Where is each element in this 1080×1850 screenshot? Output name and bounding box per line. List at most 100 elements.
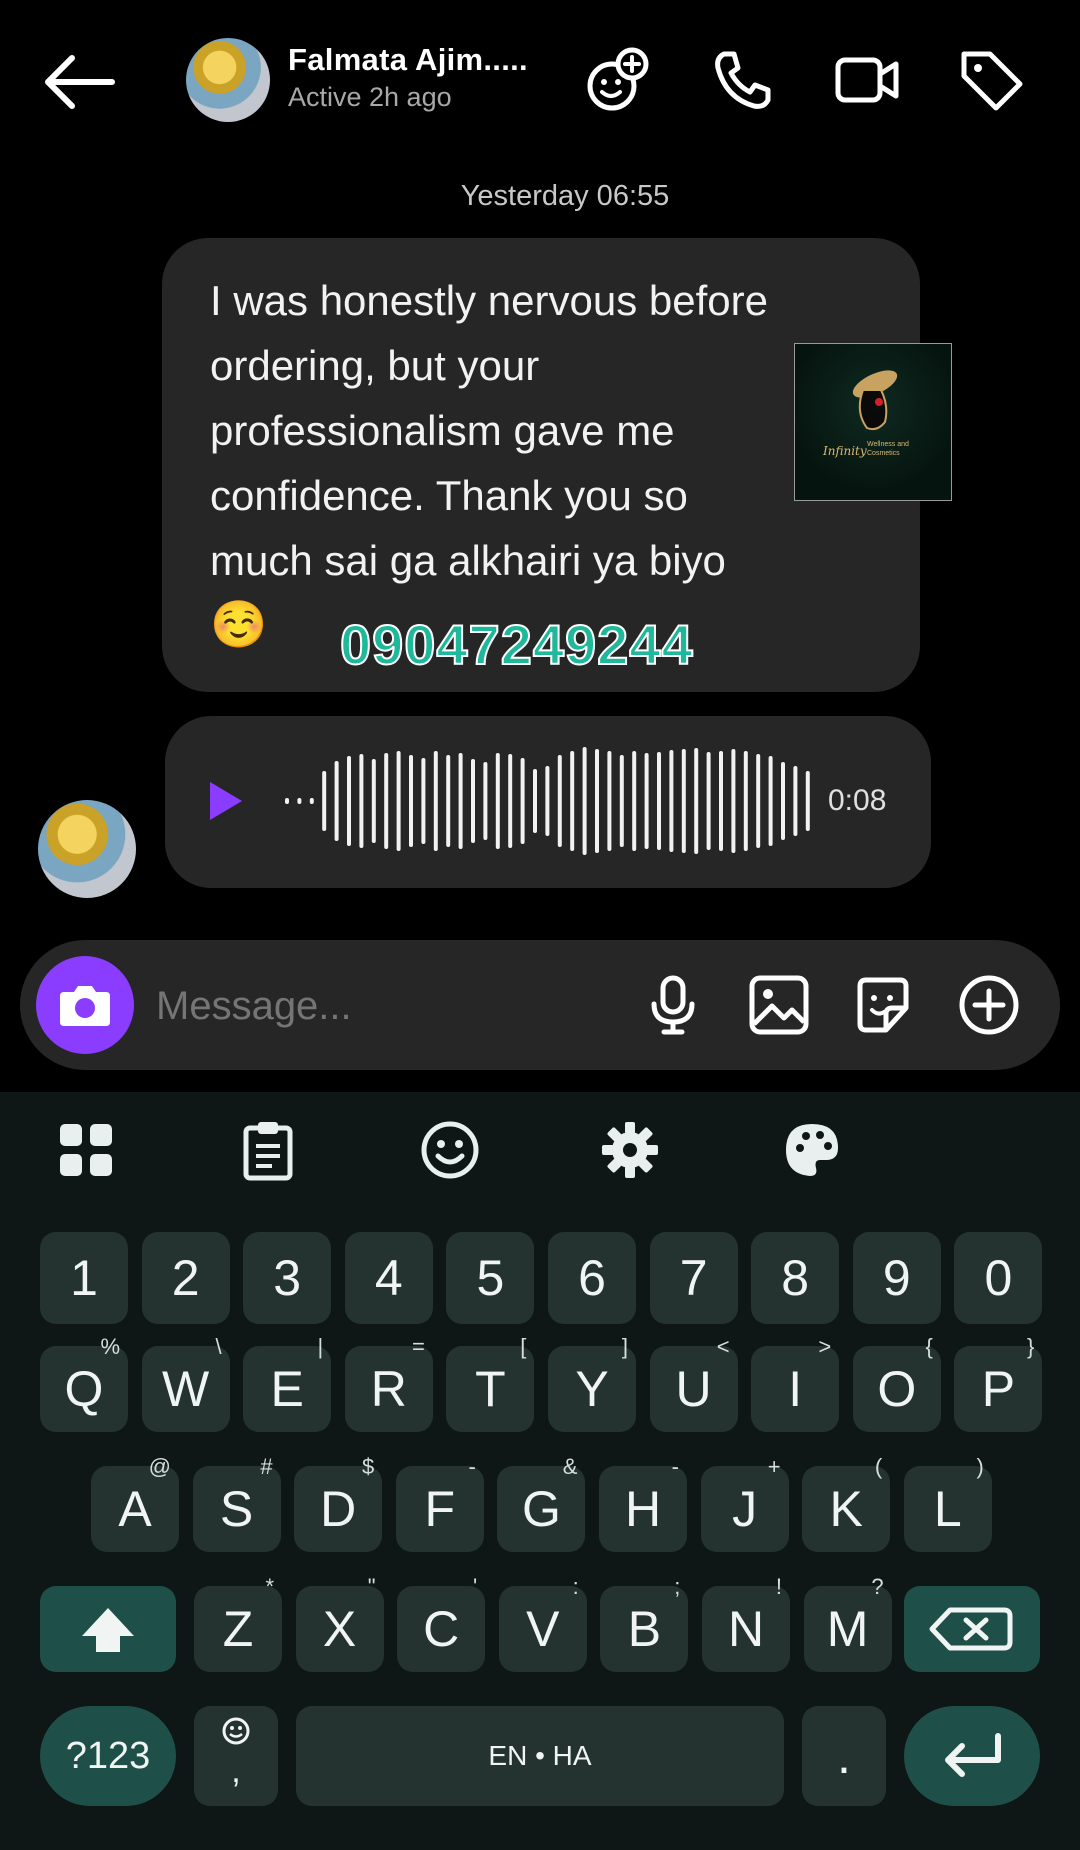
key-label: T — [475, 1361, 506, 1417]
waveform-bar — [706, 752, 711, 850]
key-label: 9 — [882, 1250, 911, 1306]
key-1[interactable]: 1 — [40, 1232, 128, 1324]
phone-icon[interactable] — [706, 44, 778, 116]
key-e[interactable]: E | — [243, 1334, 332, 1432]
key-s[interactable]: S # — [192, 1454, 281, 1552]
gallery-icon[interactable] — [746, 972, 812, 1038]
sticker-icon[interactable] — [850, 972, 916, 1038]
key-alt-symbol: : — [572, 1574, 579, 1599]
key-8[interactable]: 8 — [751, 1232, 840, 1324]
key-y[interactable]: Y] — [548, 1334, 636, 1432]
plus-icon[interactable] — [956, 972, 1022, 1038]
key-label: X — [322, 1601, 357, 1657]
enter-key[interactable] — [904, 1706, 1040, 1806]
key-label: Q — [64, 1361, 104, 1417]
key-o[interactable]: O{ — [852, 1334, 941, 1432]
logo-subtitle: Wellness and Cosmetics — [867, 440, 909, 458]
key-c[interactable]: C ' — [397, 1574, 486, 1672]
key-label: P — [981, 1361, 1016, 1417]
camera-button[interactable] — [36, 956, 134, 1054]
message-input[interactable] — [156, 984, 616, 1029]
key-label: . — [837, 1728, 851, 1784]
key-4[interactable]: 4 — [344, 1232, 433, 1324]
emoji-icon[interactable] — [418, 1118, 482, 1182]
key-h[interactable]: H- — [599, 1454, 687, 1552]
key-6[interactable]: 6 — [548, 1232, 636, 1324]
key-5[interactable]: 5 — [446, 1232, 535, 1324]
add-effect-icon[interactable] — [582, 44, 654, 116]
key-alt-symbol: $ — [361, 1454, 375, 1479]
message-line: much sai ga alkhairi ya biyo — [210, 537, 726, 584]
key-m[interactable]: M? — [803, 1574, 892, 1672]
key-n[interactable]: N! — [702, 1574, 790, 1672]
key-b[interactable]: B; — [600, 1574, 689, 1672]
key-t[interactable]: T[ — [446, 1334, 535, 1432]
settings-icon[interactable] — [598, 1118, 662, 1182]
contact-avatar[interactable] — [186, 38, 270, 122]
clipboard-icon[interactable] — [236, 1118, 300, 1182]
waveform-bar — [570, 751, 575, 851]
key-v[interactable]: V: — [498, 1574, 587, 1672]
key-a[interactable]: A @ — [91, 1454, 179, 1552]
key-label: G — [521, 1481, 561, 1537]
waveform-bar — [433, 751, 438, 851]
back-arrow-icon[interactable] — [40, 52, 120, 112]
play-icon[interactable] — [210, 782, 242, 820]
key-0[interactable]: 0 — [954, 1232, 1043, 1324]
key-j[interactable]: J + — [700, 1454, 789, 1552]
emoji-comma-key[interactable]: , — [194, 1706, 278, 1806]
key-2[interactable]: 2 — [141, 1232, 230, 1324]
key-label: L — [933, 1481, 962, 1537]
tag-icon[interactable] — [956, 44, 1028, 116]
key-u[interactable]: U < — [649, 1334, 738, 1432]
space-key[interactable]: EN • HA — [296, 1706, 784, 1806]
microphone-icon[interactable] — [640, 972, 706, 1038]
key-l[interactable]: L) — [903, 1454, 992, 1552]
key-w[interactable]: W \ — [141, 1334, 230, 1432]
shift-key[interactable] — [40, 1586, 176, 1672]
waveform-bar — [793, 766, 798, 836]
theme-palette-icon[interactable] — [780, 1118, 844, 1182]
waveform-bar — [508, 754, 513, 848]
period-key[interactable]: . — [802, 1706, 886, 1806]
waveform-bar — [458, 753, 463, 849]
key-label: 1 — [70, 1250, 98, 1306]
waveform-bar — [607, 751, 612, 851]
key-alt-symbol: ? — [871, 1574, 884, 1599]
sender-avatar[interactable] — [38, 800, 136, 898]
waveform-bar — [557, 755, 562, 847]
contact-name[interactable]: Falmata Ajim..... — [288, 42, 528, 78]
waveform-bar — [471, 759, 475, 843]
key-d[interactable]: D $ — [294, 1454, 383, 1552]
key-p[interactable]: P} — [954, 1334, 1043, 1432]
key-f[interactable]: F- — [395, 1454, 484, 1552]
symbols-key[interactable]: ?123 — [40, 1706, 176, 1806]
key-r[interactable]: R = — [344, 1334, 433, 1432]
key-7[interactable]: 7 — [649, 1232, 738, 1324]
video-icon[interactable] — [832, 44, 904, 116]
key-alt-symbol: > — [818, 1334, 832, 1359]
message-line: ordering, but your — [210, 342, 540, 389]
waveform-bar — [347, 756, 351, 846]
waveform-bar — [719, 751, 723, 851]
logo-subtitle-line: Wellness and — [867, 441, 909, 448]
key-label: F — [424, 1481, 456, 1537]
key-label: C — [423, 1601, 460, 1657]
key-alt-symbol: ( — [874, 1454, 883, 1479]
key-i[interactable]: I > — [751, 1334, 840, 1432]
apps-icon[interactable] — [54, 1118, 118, 1182]
key-k[interactable]: K( — [802, 1454, 891, 1552]
key-label: O — [877, 1361, 917, 1417]
audio-waveform[interactable] — [285, 738, 825, 864]
key-3[interactable]: 3 — [243, 1232, 332, 1324]
key-x[interactable]: X " — [295, 1574, 384, 1672]
waveform-bar — [781, 762, 785, 840]
key-label: I — [788, 1361, 803, 1417]
key-q[interactable]: Q% — [40, 1334, 128, 1432]
key-g[interactable]: G & — [497, 1454, 586, 1552]
key-9[interactable]: 9 — [852, 1232, 941, 1324]
key-z[interactable]: Z * — [194, 1574, 282, 1672]
backspace-key[interactable] — [904, 1586, 1040, 1672]
waveform-bar — [694, 748, 699, 854]
message-line: I was honestly nervous before — [210, 277, 768, 324]
